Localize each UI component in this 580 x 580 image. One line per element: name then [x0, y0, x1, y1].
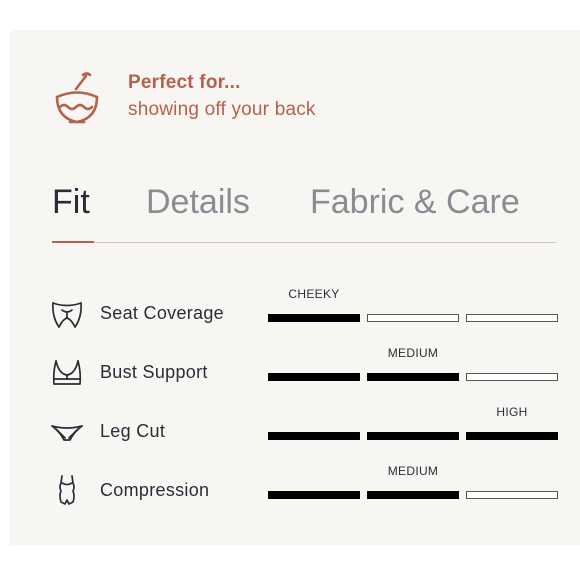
- seat-coverage-bar-2: [367, 314, 459, 322]
- bikini-bottom-icon: [51, 425, 83, 441]
- bust-support-bar-3: [466, 373, 558, 381]
- tab-details[interactable]: Details: [146, 180, 250, 224]
- compression-bar-3: [466, 491, 558, 499]
- perfect-for-subtitle: showing off your back: [128, 99, 316, 120]
- seat-coverage-bar-1: [268, 314, 360, 322]
- fit-label-compression: Compression: [100, 480, 210, 500]
- bust-support-bar-1: [268, 373, 360, 381]
- perfect-for-title: Perfect for...: [128, 72, 241, 93]
- fit-row-seat-coverage: Seat Coverage CHEEKY: [50, 287, 560, 337]
- seat-coverage-bar-3: [466, 314, 558, 322]
- leg-cut-bar-3: [466, 432, 558, 440]
- bikini-bottom-coverage-icon: [52, 302, 82, 328]
- fit-row-compression: Compression MEDIUM: [50, 464, 560, 514]
- leg-cut-level-label: HIGH: [496, 405, 528, 419]
- bra-top-icon: [52, 360, 82, 385]
- fit-label-seat-coverage: Seat Coverage: [100, 303, 224, 323]
- fit-row-bust-support: Bust Support MEDIUM: [50, 346, 560, 396]
- fit-row-leg-cut: Leg Cut HIGH: [50, 405, 560, 455]
- compression-bar-2: [367, 491, 459, 499]
- leg-cut-bar-1: [268, 432, 360, 440]
- compression-level-label: MEDIUM: [387, 464, 439, 478]
- bust-support-bar-2: [367, 373, 459, 381]
- leg-cut-bar-2: [367, 432, 459, 440]
- perfect-for-section: Perfect for... showing off your back: [52, 70, 316, 126]
- coconut-drink-icon: [55, 72, 99, 124]
- active-tab-indicator: [52, 241, 94, 243]
- bust-support-level-label: MEDIUM: [387, 346, 439, 360]
- seat-coverage-level-label: CHEEKY: [288, 287, 340, 301]
- fit-label-leg-cut: Leg Cut: [100, 421, 166, 441]
- compression-bar-1: [268, 491, 360, 499]
- product-info-panel: Perfect for... showing off your back Fit…: [10, 30, 580, 545]
- tab-fabric-care[interactable]: Fabric & Care: [310, 180, 520, 224]
- fit-label-bust-support: Bust Support: [100, 362, 208, 382]
- product-tabs: Fit Details Fabric & Care: [52, 180, 556, 243]
- tab-fit[interactable]: Fit: [52, 180, 90, 224]
- one-piece-swimsuit-icon: [59, 475, 75, 505]
